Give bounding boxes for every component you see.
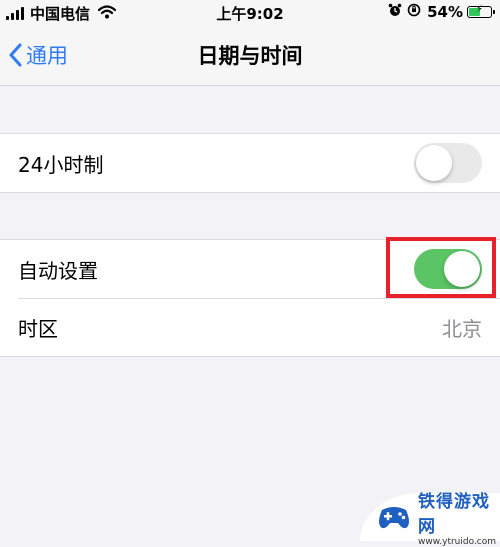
row-timezone-label: 时区 bbox=[18, 316, 58, 341]
navigation-bar: 通用 日期与时间 bbox=[0, 26, 500, 86]
status-bar: 中国电信 上午9:02 54% ⚡ bbox=[0, 0, 500, 26]
row-timezone-value: 北京 bbox=[442, 316, 482, 341]
toggle-24-hour[interactable] bbox=[414, 143, 482, 183]
row-24-hour-label: 24小时制 bbox=[18, 152, 104, 177]
page-title: 日期与时间 bbox=[197, 44, 303, 68]
controller-logo-icon bbox=[379, 507, 409, 529]
row-24-hour: 24小时制 bbox=[0, 134, 500, 192]
status-right: 54% ⚡ bbox=[388, 3, 495, 21]
battery-charging-icon: ⚡ bbox=[467, 4, 495, 18]
toggle-knob bbox=[416, 145, 452, 181]
settings-group-24hour: 24小时制 bbox=[0, 133, 500, 193]
watermark-text: 铁得游戏网 www.ytruido.com bbox=[418, 487, 500, 547]
row-auto-set-label: 自动设置 bbox=[18, 258, 98, 283]
watermark-name: 铁得游戏网 bbox=[418, 492, 490, 537]
highlight-annotation bbox=[386, 237, 496, 298]
row-timezone[interactable]: 时区 北京 bbox=[0, 298, 500, 356]
watermark-url: www.ytruido.com bbox=[418, 537, 497, 547]
watermark: 铁得游戏网 www.ytruido.com bbox=[360, 492, 500, 547]
battery-percent: 54% bbox=[427, 3, 463, 21]
alarm-icon bbox=[388, 3, 402, 21]
charging-bolt-icon: ⚡ bbox=[475, 4, 484, 15]
orientation-lock-icon bbox=[407, 3, 422, 21]
